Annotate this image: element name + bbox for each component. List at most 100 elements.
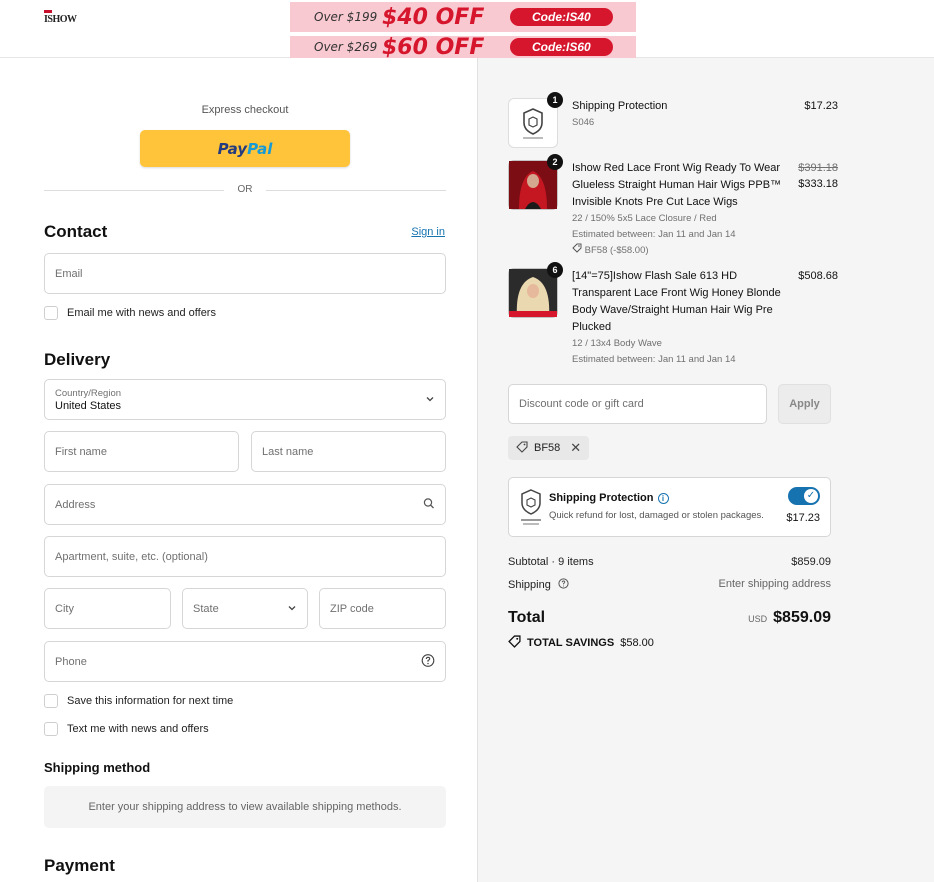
checkbox[interactable] (44, 722, 58, 736)
protection-title-text: Shipping Protection (549, 492, 654, 504)
country-select[interactable]: Country/Region United States (44, 379, 446, 420)
chevron-down-icon (425, 393, 435, 407)
zip-placeholder: ZIP code (330, 602, 374, 615)
promo-code: Code:IS60 (510, 38, 613, 56)
total-amount: USD $859.09 (748, 609, 831, 627)
shipping-method-placeholder: Enter your shipping address to view avai… (44, 786, 446, 828)
shipping-protection-card: Shipping Protection i Quick refund for lo… (508, 477, 831, 537)
text-news-checkbox[interactable]: Text me with news and offers (44, 722, 209, 736)
remove-code-icon[interactable]: ✕ (570, 440, 581, 456)
site-header: ISHOW Over $199 $40 OFF Code:IS40 Over $… (0, 0, 934, 58)
zip-field[interactable]: ZIP code (319, 588, 446, 629)
address-field[interactable]: Address (44, 484, 446, 525)
city-placeholder: City (55, 602, 74, 615)
phone-field[interactable]: Phone (44, 641, 446, 682)
product-variant: 12 / 13x4 Body Wave (572, 338, 662, 349)
applied-discount-chip: BF58 ✕ (508, 436, 590, 460)
or-divider: OR (44, 184, 446, 196)
tag-icon (572, 243, 585, 256)
product-price: $17.23 (804, 100, 838, 112)
check-icon: ✓ (804, 489, 818, 503)
line-item-info: [14"=75]Ishow Flash Sale 613 HD Transpar… (572, 268, 784, 368)
product-thumbnail: 1 (508, 92, 563, 148)
discount-code-input[interactable]: Discount code or gift card (508, 384, 767, 424)
express-checkout-label: Express checkout (201, 104, 289, 116)
apartment-placeholder: Apartment, suite, etc. (optional) (55, 550, 208, 563)
promo-code: Code:IS40 (510, 8, 613, 26)
shipping-label: Shipping (508, 579, 551, 591)
shipping-row: Shipping Enter shipping address (508, 578, 831, 592)
line-item-info: Shipping Protection S046 (572, 98, 784, 131)
info-icon[interactable]: i (657, 493, 669, 504)
line-item: 6 [14"=75]Ishow Flash Sale 613 HD Transp… (508, 262, 838, 365)
email-placeholder: Email (55, 267, 83, 280)
line-item: 1 Shipping Protection S046 $17.23 (508, 92, 838, 148)
address-placeholder: Address (55, 498, 96, 511)
protection-toggle[interactable]: ✓ (788, 487, 820, 505)
logo-text: ISHOW (44, 14, 77, 25)
state-placeholder: State (193, 602, 219, 615)
protection-price: $17.23 (786, 512, 820, 524)
promo-threshold: Over $269 (314, 40, 378, 54)
divider-line (266, 190, 446, 191)
help-icon[interactable] (558, 578, 569, 592)
save-info-checkbox[interactable]: Save this information for next time (44, 694, 233, 708)
promo-banner-1[interactable]: Over $199 $40 OFF Code:IS40 (290, 2, 636, 32)
total-label: Total (508, 609, 546, 626)
applied-code: BF58 (534, 442, 561, 454)
tag-icon (508, 635, 521, 651)
first-name-placeholder: First name (55, 445, 107, 458)
delivery-estimate: Estimated between: Jan 11 and Jan 14 (572, 229, 736, 240)
savings-value: $58.00 (620, 637, 654, 649)
product-thumbnail: 6 (508, 262, 563, 318)
product-variant: S046 (572, 117, 595, 128)
savings-label: TOTAL SAVINGS (527, 637, 615, 649)
apartment-field[interactable]: Apartment, suite, etc. (optional) (44, 536, 446, 577)
sign-in-link[interactable]: Sign in (411, 226, 445, 238)
product-price: $333.18 (798, 178, 838, 190)
product-name: [14"=75]Ishow Flash Sale 613 HD Transpar… (572, 270, 781, 333)
discount-placeholder: Discount code or gift card (519, 398, 644, 410)
last-name-field[interactable]: Last name (251, 431, 446, 472)
shipping-method-heading: Shipping method (44, 760, 151, 775)
paypal-button[interactable]: Pay Pal (140, 130, 350, 167)
help-icon[interactable] (421, 653, 435, 670)
discount-tag-text: BF58 (-$58.00) (584, 245, 649, 256)
first-name-field[interactable]: First name (44, 431, 239, 472)
email-field[interactable]: Email (44, 253, 446, 294)
checkbox[interactable] (44, 694, 58, 708)
checkbox[interactable] (44, 306, 58, 320)
tag-icon (516, 440, 528, 456)
total-savings: TOTAL SAVINGS $58.00 (508, 635, 654, 651)
discount-tag: BF58 (-$58.00) (572, 243, 784, 259)
shield-icon (519, 488, 543, 528)
promo-banner-2[interactable]: Over $269 $60 OFF Code:IS60 (290, 36, 636, 58)
protection-title: Shipping Protection i (549, 492, 669, 504)
delivery-estimate: Estimated between: Jan 11 and Jan 14 (572, 354, 736, 365)
delivery-heading: Delivery (44, 350, 111, 369)
email-news-checkbox[interactable]: Email me with news and offers (44, 306, 216, 320)
line-item: 2 Ishow Red Lace Front Wig Ready To Wear… (508, 154, 838, 259)
search-icon (423, 497, 435, 512)
phone-placeholder: Phone (55, 655, 87, 668)
contact-heading: Contact (44, 222, 108, 241)
promo-discount: $60 OFF (382, 36, 485, 58)
city-field[interactable]: City (44, 588, 171, 629)
product-name: Shipping Protection (572, 100, 668, 112)
logo[interactable]: ISHOW (44, 10, 77, 25)
promo-threshold: Over $199 (314, 10, 378, 24)
price-block: $391.18 $333.18 (798, 160, 838, 192)
checkbox-label: Save this information for next time (67, 695, 234, 707)
apply-button[interactable]: Apply (778, 384, 831, 424)
quantity-badge: 6 (547, 262, 563, 278)
last-name-placeholder: Last name (262, 445, 314, 458)
quantity-badge: 2 (547, 154, 563, 170)
subtotal-value: $859.09 (791, 556, 831, 568)
quantity-badge: 1 (547, 92, 563, 108)
promo-discount: $40 OFF (382, 4, 485, 30)
paypal-logo-pay: Pay (217, 139, 248, 158)
line-item-info: Ishow Red Lace Front Wig Ready To Wear G… (572, 160, 784, 259)
checkout-form: Express checkout Pay Pal OR Contact Sign … (0, 58, 478, 882)
state-select[interactable]: State (182, 588, 308, 629)
payment-heading: Payment (44, 856, 115, 875)
